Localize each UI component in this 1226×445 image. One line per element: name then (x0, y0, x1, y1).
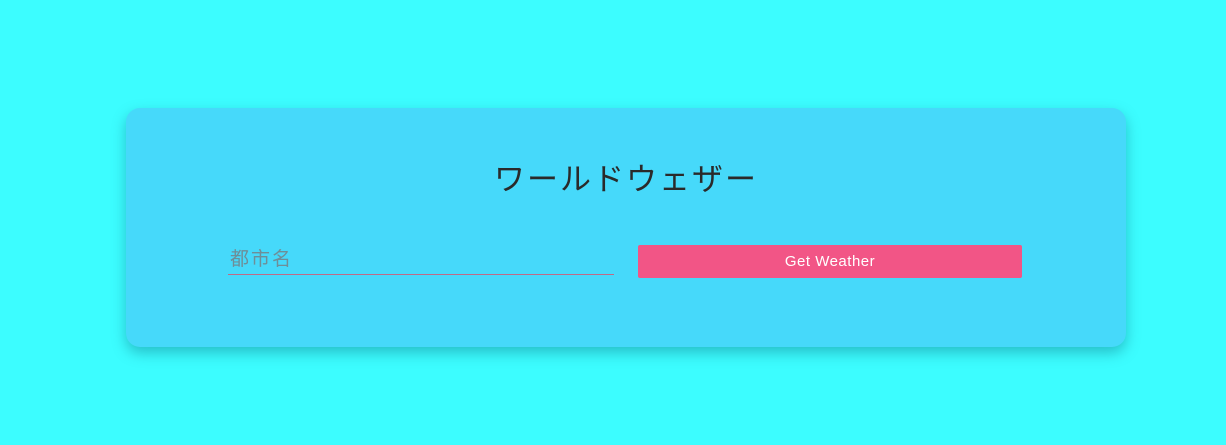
weather-card: ワールドウェザー Get Weather (126, 108, 1126, 347)
app-title: ワールドウェザー (494, 162, 758, 198)
get-weather-button[interactable]: Get Weather (638, 245, 1022, 278)
city-input[interactable] (228, 244, 614, 275)
